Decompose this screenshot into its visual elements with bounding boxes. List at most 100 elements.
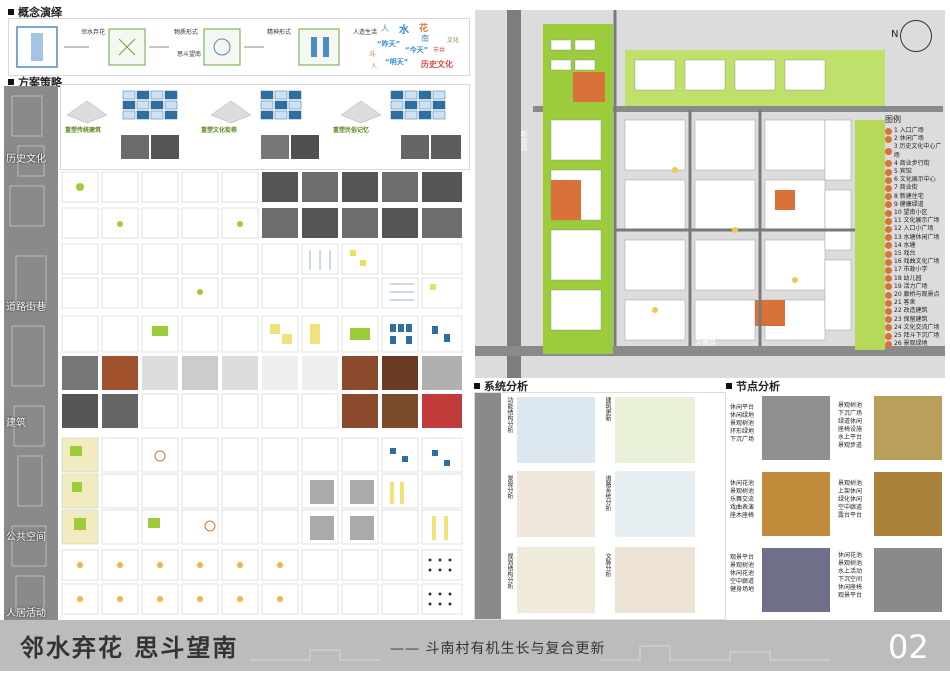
road-grid bbox=[61, 171, 463, 309]
legend-marker-icon bbox=[885, 275, 892, 283]
public-grid bbox=[61, 437, 463, 545]
legend-marker-icon bbox=[885, 283, 892, 291]
legend-marker-icon bbox=[885, 299, 892, 307]
legend-marker-icon bbox=[885, 324, 892, 332]
node-render bbox=[762, 472, 830, 536]
row-label-history: 历史文化 bbox=[6, 154, 46, 165]
concept-panel: 邻水弃花 物质形式 思斗望南 精神形式 人造生活 人 水 花 南 “昨天” “今… bbox=[8, 18, 470, 76]
word-wenhua: 文化 bbox=[447, 37, 460, 44]
legend-marker-icon bbox=[885, 193, 892, 201]
history-row-panel: 重塑传统建筑 重塑文化街巷 重塑民俗记忆 bbox=[60, 84, 470, 170]
system-map bbox=[517, 547, 595, 613]
north-arrow-icon: N bbox=[891, 20, 932, 52]
legend-item: 26 景观绿地 bbox=[885, 340, 945, 348]
node-render bbox=[874, 472, 942, 536]
system-item-6: 文脉分析 bbox=[604, 553, 611, 577]
word-shui: 水 bbox=[399, 25, 409, 36]
system-item-4: 道路系统分析 bbox=[604, 475, 611, 511]
node-render bbox=[762, 396, 830, 460]
master-plan bbox=[475, 10, 945, 378]
map-legend: 图例 1 入口广场 2 休闲广场 3 历史文化中心广场 4 商业步行街 5 宾馆… bbox=[885, 114, 945, 348]
public-row bbox=[60, 436, 468, 546]
legend-item: 12 入口小广场 bbox=[885, 225, 945, 234]
concept-item-4: 精神形式 bbox=[267, 29, 292, 36]
banner-title: 邻水弃花 思斗望南 bbox=[20, 633, 239, 662]
legend-item: 22 改造建筑 bbox=[885, 307, 945, 316]
legend-item: 13 水塘休闲广场 bbox=[885, 234, 945, 242]
node-render bbox=[762, 548, 830, 612]
node-text-3: 休闲花池 景观树池 乐舞交流 戏曲表演 座木座椅 bbox=[730, 480, 755, 519]
section-square-icon bbox=[474, 383, 480, 389]
system-map bbox=[615, 397, 695, 463]
legend-marker-icon bbox=[885, 234, 892, 242]
legend-marker-icon bbox=[885, 160, 892, 168]
section-square-icon bbox=[8, 79, 14, 85]
legend-marker-icon bbox=[885, 258, 892, 266]
legend-item: 1 入口广场 bbox=[885, 127, 945, 135]
legend-item: 10 望南小区 bbox=[885, 209, 945, 217]
concept-item-1: 邻水弃花 bbox=[81, 29, 106, 36]
legend-marker-icon bbox=[885, 332, 892, 340]
legend-item: 3 历史文化中心广场 bbox=[885, 143, 945, 159]
node-text-1: 休闲平台 休闲绿地 景观树池 环形绿地 下沉广场 bbox=[730, 404, 755, 443]
legend-item: 5 宾馆 bbox=[885, 168, 945, 176]
system-item-5: 规划结构分析 bbox=[506, 553, 513, 589]
row-label-building: 建筑 bbox=[6, 418, 26, 429]
history-photo bbox=[291, 135, 319, 159]
legend-marker-icon bbox=[885, 291, 892, 299]
history-note-1: 重塑传统建筑 bbox=[65, 127, 102, 134]
system-item-2: 建筑更新 bbox=[604, 397, 611, 421]
legend-marker-icon bbox=[885, 250, 892, 258]
legend-marker-icon bbox=[885, 209, 892, 217]
word-history-culture: 历史文化 bbox=[421, 60, 453, 69]
legend-title: 图例 bbox=[885, 115, 901, 124]
node-text-4: 景观树池 上架休闲 绿化休闲 空中廊道 露台平台 bbox=[838, 480, 863, 519]
legend-marker-icon bbox=[885, 267, 892, 275]
road-label-bottom: 井南路 bbox=[695, 339, 716, 347]
section-square-icon bbox=[726, 383, 732, 389]
living-row bbox=[60, 548, 468, 618]
word-tomorrow: “明天” bbox=[385, 58, 409, 66]
system-map bbox=[615, 471, 695, 537]
history-photo bbox=[261, 135, 289, 159]
row-label-public: 公共空间 bbox=[6, 532, 46, 543]
legend-marker-icon bbox=[885, 316, 892, 324]
node-text-2: 景观树池 下沉广场 绿道休闲 座椅设施 水上平台 景观步道 bbox=[838, 402, 863, 449]
legend-item: 24 文化交流广场 bbox=[885, 324, 945, 332]
legend-item: 18 幼儿园 bbox=[885, 275, 945, 283]
history-note-2: 重塑文化街巷 bbox=[201, 127, 238, 134]
north-label: N bbox=[891, 29, 899, 40]
building-row bbox=[60, 314, 468, 432]
legend-marker-icon bbox=[885, 217, 892, 225]
legend-item: 4 商业步行街 bbox=[885, 160, 945, 168]
history-note-3: 重塑民俗记忆 bbox=[333, 127, 370, 134]
history-photo bbox=[431, 135, 461, 159]
concept-item-2: 物质形式 bbox=[174, 29, 199, 36]
word-ren-2: 人 bbox=[371, 63, 378, 70]
legend-marker-icon bbox=[885, 242, 892, 250]
row-label-road: 道路街巷 bbox=[6, 302, 46, 313]
legend-marker-icon bbox=[885, 185, 892, 193]
system-map bbox=[615, 547, 695, 613]
system-item-1: 功能结构分析 bbox=[506, 397, 513, 433]
word-today: “今天” bbox=[405, 46, 429, 54]
legend-item: 23 保留建筑 bbox=[885, 316, 945, 324]
history-diagrams bbox=[66, 90, 446, 124]
concept-item-5: 人造生活 bbox=[353, 29, 378, 36]
legend-marker-icon bbox=[885, 176, 892, 184]
legend-item: 8 新建住宅 bbox=[885, 193, 945, 201]
legend-item: 17 市政小学 bbox=[885, 266, 945, 275]
word-nan: 南 bbox=[421, 34, 429, 43]
road-row bbox=[60, 170, 468, 310]
legend-marker-icon bbox=[885, 127, 892, 135]
page-number: 02 bbox=[888, 628, 929, 666]
legend-item: 19 活力广场 bbox=[885, 283, 945, 291]
row-label-living: 人居活动 bbox=[6, 608, 46, 619]
node-render bbox=[874, 396, 942, 460]
master-plan-map: 新南路 井南路 N 图例 1 入口广场 2 休闲广场 3 历史文化中心广场 4 … bbox=[475, 10, 945, 378]
history-photo bbox=[121, 135, 149, 159]
node-text-6: 休闲花池 景观树池 水上活动 下沉空间 休闲座椅 观景平台 bbox=[838, 552, 863, 599]
legend-marker-icon bbox=[885, 340, 892, 348]
node-panel: 休闲平台 休闲绿地 景观树池 环形绿地 下沉广场 景观树池 下沉广场 绿道休闲 座椅设施 水上平… bbox=[726, 392, 946, 618]
system-item-3: 景观分析 bbox=[506, 475, 513, 499]
